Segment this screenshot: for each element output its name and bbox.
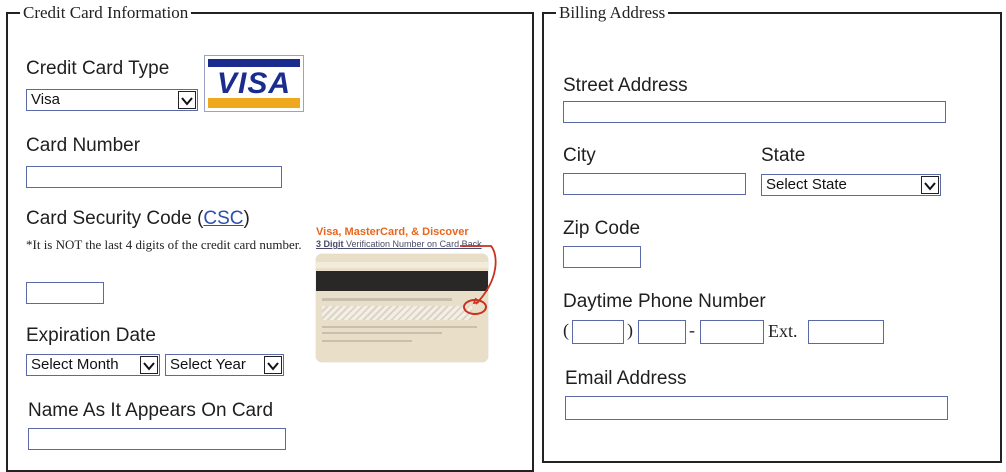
card-number-label: Card Number (26, 135, 141, 156)
chevron-down-icon (140, 356, 158, 374)
chevron-down-icon (921, 176, 939, 194)
csc-note: *It is NOT the last 4 digits of the cred… (26, 237, 302, 252)
zip-code-label: Zip Code (563, 218, 641, 239)
city-input[interactable] (563, 173, 746, 195)
year-select-value: Select Year (170, 356, 246, 373)
csc-label-close: ) (243, 208, 250, 229)
year-select[interactable]: Select Year (165, 354, 284, 376)
visa-logo-text: VISA (216, 67, 292, 100)
credit-card-panel: Credit Card Information Credit Card Type… (6, 2, 534, 472)
name-on-card-label: Name As It Appears On Card (28, 400, 274, 421)
name-on-card-input[interactable] (28, 428, 286, 450)
csc-pointer-icon (460, 245, 497, 315)
month-select-value: Select Month (31, 356, 119, 373)
phone-line-input[interactable] (700, 320, 764, 344)
zip-code-input[interactable] (563, 246, 641, 268)
csc-label: Card Security Code (CSC) (26, 208, 250, 230)
expiration-label: Expiration Date (26, 325, 156, 346)
card-type-label: Credit Card Type (26, 58, 170, 79)
street-address-label: Street Address (563, 75, 688, 96)
city-label: City (563, 145, 596, 166)
card-type-select[interactable]: Visa (26, 89, 198, 111)
phone-area-code-input[interactable] (572, 320, 624, 344)
visa-logo: VISA (204, 55, 304, 112)
email-address-label: Email Address (565, 368, 687, 389)
phone-open-paren: ( (563, 320, 569, 340)
phone-dash: - (689, 320, 695, 340)
csc-input[interactable] (26, 282, 104, 304)
phone-close-paren: ) (627, 320, 633, 340)
csc-link[interactable]: CSC (203, 208, 243, 229)
state-select[interactable]: Select State (761, 174, 941, 196)
billing-address-title: Billing Address (556, 2, 669, 24)
phone-prefix-input[interactable] (638, 320, 686, 344)
state-label: State (761, 145, 806, 166)
card-type-value: Visa (31, 91, 60, 108)
ext-label: Ext. (768, 321, 798, 341)
card-back-illustration: Visa, MasterCard, & Discover 3 Digit Ver… (308, 224, 504, 364)
chevron-down-icon (264, 356, 282, 374)
card-number-input[interactable] (26, 166, 282, 188)
state-select-value: Select State (766, 176, 847, 193)
credit-card-title: Credit Card Information (20, 2, 192, 24)
billing-address-panel: Billing Address Street Address City Stat… (542, 2, 1002, 463)
email-address-input[interactable] (565, 396, 948, 420)
phone-label: Daytime Phone Number (563, 291, 766, 312)
month-select[interactable]: Select Month (26, 354, 160, 376)
chevron-down-icon (178, 91, 196, 109)
phone-ext-input[interactable] (808, 320, 884, 344)
street-address-input[interactable] (563, 101, 946, 123)
csc-label-text: Card Security Code ( (26, 208, 204, 229)
